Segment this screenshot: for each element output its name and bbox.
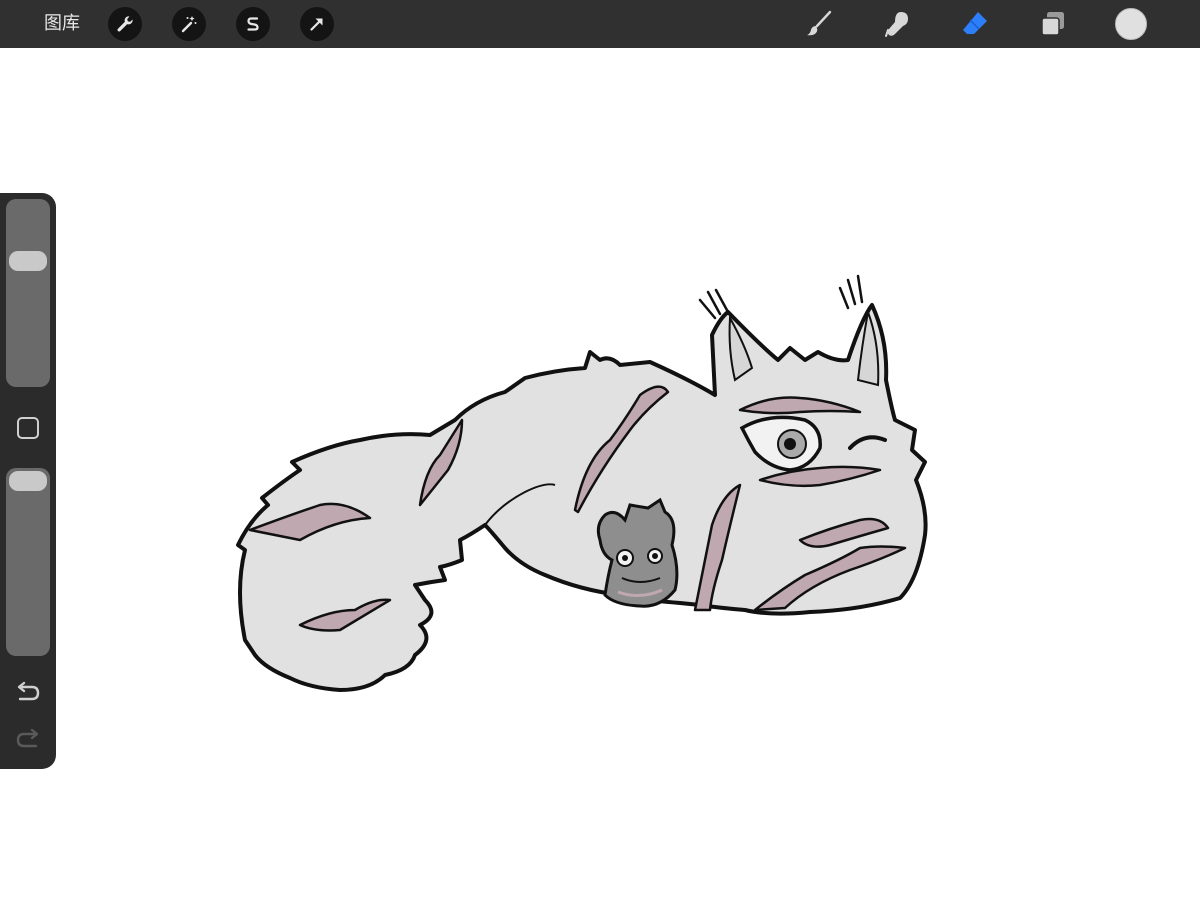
layers-button[interactable] <box>1035 6 1071 42</box>
layers-icon <box>1041 12 1064 36</box>
small-creature <box>596 497 679 608</box>
transform-button[interactable] <box>300 7 334 41</box>
selection-button[interactable] <box>236 7 270 41</box>
redo-button[interactable] <box>14 728 42 752</box>
actions-button[interactable] <box>108 7 142 41</box>
square-icon <box>17 417 39 439</box>
opacity-slider[interactable] <box>6 468 50 656</box>
eraser-tool-button[interactable] <box>957 6 993 42</box>
ear-whiskers <box>698 274 864 320</box>
opacity-thumb[interactable] <box>9 471 47 491</box>
brush-size-thumb[interactable] <box>9 250 47 271</box>
selection-s-icon <box>247 17 259 31</box>
wrench-icon <box>117 16 133 32</box>
eraser-icon <box>963 12 987 34</box>
arrow-cursor-icon <box>310 18 323 31</box>
modify-button[interactable] <box>16 416 40 440</box>
brush-icon <box>807 10 832 36</box>
undo-icon <box>17 681 40 701</box>
color-picker-button[interactable] <box>1115 8 1147 40</box>
smudge-tool-button[interactable] <box>879 6 915 42</box>
undo-button[interactable] <box>14 681 42 705</box>
smudge-icon <box>885 12 908 37</box>
left-sidebar <box>0 193 56 769</box>
top-toolbar: 图库 <box>0 0 1200 48</box>
procreate-app: 图库 <box>0 0 1200 900</box>
gallery-button[interactable]: 图库 <box>44 13 80 35</box>
brush-tool-button[interactable] <box>801 6 837 42</box>
adjustments-button[interactable] <box>172 7 206 41</box>
drawing-canvas[interactable] <box>0 48 1200 900</box>
redo-icon <box>16 728 39 748</box>
cat-artwork <box>236 274 928 692</box>
magic-wand-icon <box>181 16 197 33</box>
brush-size-slider[interactable] <box>6 199 50 387</box>
